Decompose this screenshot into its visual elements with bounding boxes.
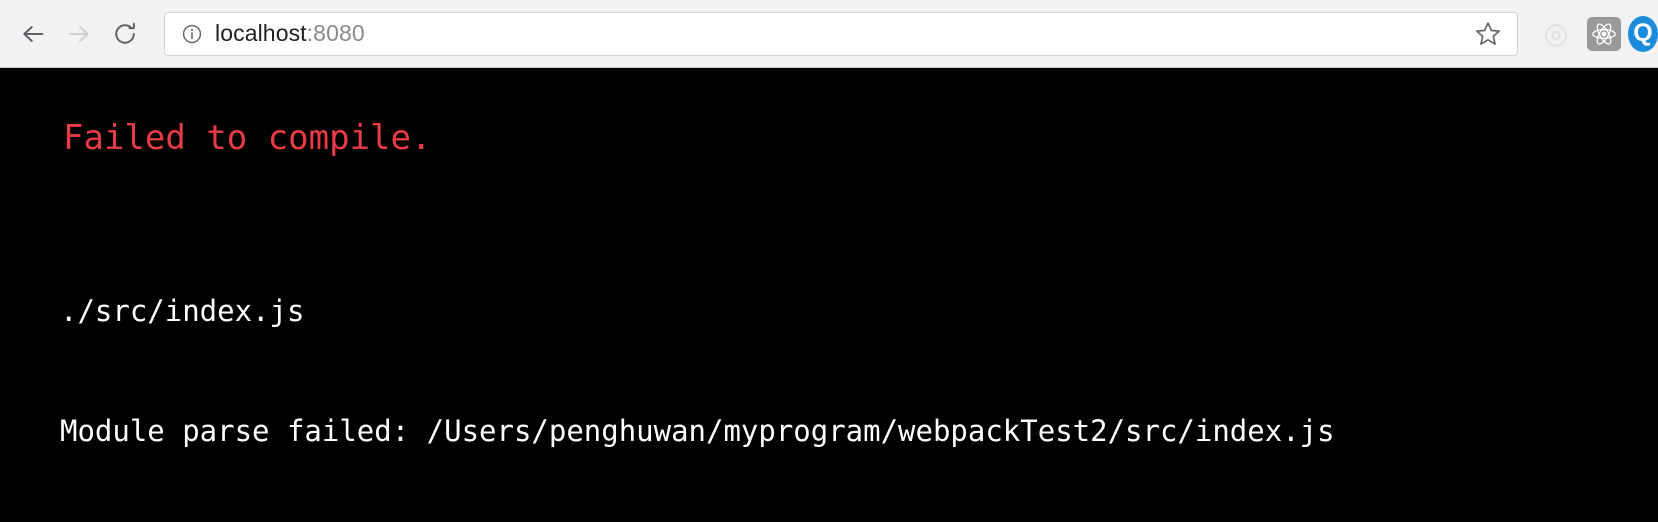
q-extension-label: Q xyxy=(1628,15,1658,52)
react-devtools-icon[interactable] xyxy=(1580,10,1628,58)
extension-icons: Q xyxy=(1532,10,1658,58)
error-message-body: ./src/index.js Module parse failed: /Use… xyxy=(60,211,1658,522)
error-heading: Failed to compile. xyxy=(63,118,432,158)
reload-button[interactable] xyxy=(102,11,148,57)
forward-button[interactable] xyxy=(56,11,102,57)
q-extension-icon[interactable]: Q xyxy=(1628,10,1658,58)
info-circle-icon[interactable] xyxy=(181,23,203,45)
reload-icon xyxy=(115,22,135,44)
forward-arrow-icon xyxy=(68,25,89,42)
compile-error-overlay: Failed to compile. ./src/index.js Module… xyxy=(0,68,1658,522)
url-host: localhost xyxy=(215,20,307,46)
error-line-parse-failed: Module parse failed: /Users/penghuwan/my… xyxy=(60,414,1335,449)
url-text[interactable]: localhost:8080 xyxy=(215,20,1463,47)
error-line-module-path: ./src/index.js xyxy=(60,294,305,329)
extension-disabled-icon[interactable] xyxy=(1532,10,1580,58)
bookmark-star-icon[interactable] xyxy=(1473,19,1503,49)
back-button[interactable] xyxy=(10,11,56,57)
url-port: :8080 xyxy=(306,20,365,46)
react-logo-icon xyxy=(1587,16,1621,51)
address-bar[interactable]: localhost:8080 xyxy=(164,11,1518,56)
back-arrow-icon xyxy=(23,25,44,42)
browser-toolbar: localhost:8080 Q xyxy=(0,0,1658,68)
